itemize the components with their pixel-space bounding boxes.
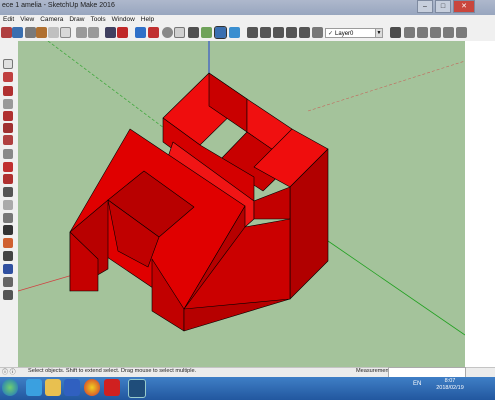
left-toolbar xyxy=(0,41,19,367)
protractor-icon[interactable] xyxy=(3,238,13,248)
front-view-icon[interactable] xyxy=(247,27,258,38)
check-icon: ✓ xyxy=(328,31,334,37)
shaded-icon[interactable] xyxy=(456,27,467,38)
print-icon[interactable] xyxy=(105,27,116,38)
eraser-icon[interactable] xyxy=(3,72,13,82)
internet-explorer-icon[interactable] xyxy=(26,379,42,396)
language-indicator[interactable]: EN xyxy=(413,381,421,387)
orbit-icon[interactable] xyxy=(135,27,146,38)
rectangle-icon[interactable] xyxy=(3,111,13,121)
model-canvas[interactable] xyxy=(18,41,465,367)
home-view-icon[interactable] xyxy=(273,27,284,38)
push-pull-icon[interactable] xyxy=(3,149,13,159)
section-plane-icon[interactable] xyxy=(3,264,13,274)
save-icon[interactable] xyxy=(12,27,23,38)
window-controls: – □ ✕ xyxy=(417,0,475,13)
menu-edit[interactable]: Edit xyxy=(0,15,17,25)
back-view-icon[interactable] xyxy=(286,27,297,38)
select-arrow-icon[interactable] xyxy=(3,59,13,69)
undo-icon[interactable] xyxy=(76,27,87,38)
top-view-icon[interactable] xyxy=(229,27,240,38)
cut-icon[interactable] xyxy=(25,27,36,38)
right-panel xyxy=(465,41,495,367)
media-player-icon[interactable] xyxy=(64,379,80,396)
zoom-extents-icon[interactable] xyxy=(188,27,199,38)
iso-view-icon[interactable] xyxy=(214,26,227,39)
shadow-icon[interactable] xyxy=(404,27,415,38)
redo-icon[interactable] xyxy=(88,27,99,38)
menu-draw[interactable]: Draw xyxy=(66,15,87,25)
text-icon[interactable] xyxy=(3,225,13,235)
tape-measure-icon[interactable] xyxy=(3,213,13,223)
red-axis-back xyxy=(307,60,465,112)
clock-time[interactable]: 8:07 xyxy=(433,378,467,384)
previous-view-icon[interactable] xyxy=(201,27,212,38)
menu-view[interactable]: View xyxy=(17,15,37,25)
minimize-button[interactable]: – xyxy=(417,0,433,13)
status-hint: Select objects. Shift to extend select. … xyxy=(28,368,197,374)
info-icon[interactable]: ⓘ ⓘ xyxy=(2,367,16,376)
menu-tools[interactable]: Tools xyxy=(87,15,108,25)
offset-icon[interactable] xyxy=(3,200,13,210)
right-view-icon[interactable] xyxy=(260,27,271,38)
window-title: ece 1 amelia - SketchUp Make 2016 xyxy=(2,2,115,9)
model-info-icon[interactable] xyxy=(117,27,128,38)
freehand-icon[interactable] xyxy=(3,86,13,96)
wireframe-icon[interactable] xyxy=(430,27,441,38)
hidden-line-icon[interactable] xyxy=(443,27,454,38)
layer-name: Layer0 xyxy=(335,31,354,37)
start-button-icon[interactable] xyxy=(2,379,18,396)
green-axis xyxy=(327,240,465,336)
chevron-down-icon[interactable]: ▼ xyxy=(375,28,383,38)
polygon-icon[interactable] xyxy=(3,135,13,145)
rotate-icon[interactable] xyxy=(3,174,13,184)
app-taskbar-icon[interactable] xyxy=(128,379,146,398)
model-viewport[interactable] xyxy=(18,41,465,367)
zoom-icon[interactable] xyxy=(162,27,173,38)
maximize-button[interactable]: □ xyxy=(435,0,451,13)
arc-icon[interactable] xyxy=(3,99,13,109)
scale-icon[interactable] xyxy=(3,187,13,197)
pencil-icon[interactable] xyxy=(36,27,47,38)
look-around-icon[interactable] xyxy=(3,290,13,300)
menu-bar: Edit View Camera Draw Tools Window Help xyxy=(0,15,495,25)
main-toolbar xyxy=(0,25,495,42)
layers-manager-icon[interactable] xyxy=(390,27,401,38)
paste-icon[interactable] xyxy=(60,27,71,38)
axes-icon[interactable] xyxy=(3,251,13,261)
circle-icon[interactable] xyxy=(3,123,13,133)
pan-icon[interactable] xyxy=(148,27,159,38)
red-block-model[interactable] xyxy=(69,72,329,332)
menu-camera[interactable]: Camera xyxy=(37,15,66,25)
menu-help[interactable]: Help xyxy=(138,15,157,25)
walk-icon[interactable] xyxy=(3,277,13,287)
channel-wall-face xyxy=(253,186,291,220)
file-explorer-icon[interactable] xyxy=(45,379,61,396)
close-button[interactable]: ✕ xyxy=(453,0,475,13)
move-icon[interactable] xyxy=(3,162,13,172)
xray-icon[interactable] xyxy=(417,27,428,38)
sketchup-taskbar-icon[interactable] xyxy=(104,379,120,396)
select-icon[interactable] xyxy=(1,27,12,38)
clock-date[interactable]: 2018/02/19 xyxy=(433,385,467,391)
copy-icon[interactable] xyxy=(48,27,59,38)
menu-window[interactable]: Window xyxy=(109,15,138,25)
left-view-icon[interactable] xyxy=(299,27,310,38)
zoom-window-icon[interactable] xyxy=(174,27,185,38)
chrome-icon[interactable] xyxy=(84,379,100,396)
bottom-view-icon[interactable] xyxy=(312,27,323,38)
layer-dropdown[interactable]: ✓ Layer0 xyxy=(325,28,381,38)
